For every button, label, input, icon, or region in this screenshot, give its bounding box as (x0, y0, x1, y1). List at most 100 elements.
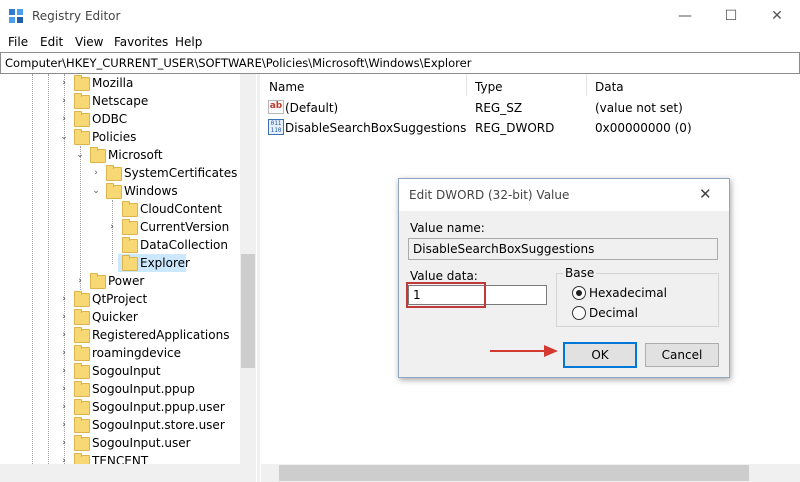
cancel-button[interactable]: Cancel (645, 343, 719, 367)
dialog-close-icon[interactable]: ✕ (699, 185, 712, 203)
value-data-highlight (406, 282, 486, 308)
maximize-button[interactable]: ☐ (708, 0, 754, 32)
tree-item-sogouinput-user[interactable]: › SogouInput.user (0, 434, 240, 452)
folder-open-icon (122, 255, 138, 271)
value-name-text: DisableSearchBoxSuggestions (413, 242, 595, 256)
chevron-right-icon[interactable]: › (59, 312, 69, 322)
column-divider[interactable] (586, 74, 587, 96)
tree-item-label: CurrentVersion (140, 220, 230, 234)
tree-item-explorer-selected[interactable]: Explorer (118, 254, 190, 272)
tree-item-label: DataCollection (140, 238, 229, 252)
red-arrow-icon (490, 345, 558, 357)
value-type: REG_SZ (475, 101, 523, 115)
menu-file[interactable]: File (8, 35, 28, 49)
address-bar[interactable]: Computer\HKEY_CURRENT_USER\SOFTWARE\Poli… (0, 52, 800, 74)
chevron-down-icon[interactable]: ⌄ (59, 132, 69, 142)
chevron-right-icon[interactable]: › (59, 402, 69, 412)
chevron-down-icon[interactable]: ⌄ (91, 186, 101, 196)
tree-item-currentversion[interactable]: › CurrentVersion (0, 218, 240, 236)
folder-icon (74, 309, 90, 325)
tree-item-label: Netscape (92, 94, 149, 108)
column-header-name[interactable]: Name (269, 80, 304, 94)
hexadecimal-label[interactable]: Hexadecimal (589, 286, 667, 300)
tree-item-roamingdevice[interactable]: › roamingdevice (0, 344, 240, 362)
tree-item-quicker[interactable]: › Quicker (0, 308, 240, 326)
tree-item-odbc[interactable]: › ODBC (0, 110, 240, 128)
menu-bar: File Edit View Favorites Help (0, 32, 800, 52)
column-divider[interactable] (466, 74, 467, 96)
chevron-right-icon[interactable]: › (107, 222, 117, 232)
tree-item-datacollection[interactable]: DataCollection (0, 236, 240, 254)
chevron-right-icon[interactable]: › (59, 294, 69, 304)
maximize-icon: ☐ (724, 8, 738, 24)
tree-item-label: roamingdevice (92, 346, 182, 360)
menu-favorites[interactable]: Favorites (114, 35, 168, 49)
folder-icon (74, 417, 90, 433)
chevron-right-icon[interactable]: › (59, 420, 69, 430)
value-data-label: Value data: (410, 269, 478, 283)
chevron-right-icon[interactable]: › (75, 276, 85, 286)
tree-item-sogouinput[interactable]: › SogouInput (0, 362, 240, 380)
tree-item-power[interactable]: › Power (0, 272, 240, 290)
string-value-icon: ab (268, 100, 284, 114)
key-tree: › Mozilla › Netscape › ODBC ⌄ Policies ⌄… (0, 74, 256, 482)
tree-horizontal-scrollbar[interactable] (0, 464, 256, 482)
tree-item-windows[interactable]: ⌄ Windows (0, 182, 240, 200)
value-name[interactable]: (Default) (285, 101, 338, 115)
folder-icon (74, 345, 90, 361)
decimal-label[interactable]: Decimal (589, 306, 638, 320)
folder-icon (122, 201, 138, 217)
decimal-radio[interactable] (572, 306, 586, 320)
column-header-type[interactable]: Type (475, 80, 503, 94)
chevron-right-icon[interactable]: › (59, 78, 69, 88)
tree-item-registeredapplications[interactable]: › RegisteredApplications (0, 326, 240, 344)
pane-splitter[interactable] (257, 74, 260, 482)
folder-icon (106, 165, 122, 181)
tree-item-microsoft[interactable]: ⌄ Microsoft (0, 146, 240, 164)
minimize-button[interactable]: — (662, 0, 708, 32)
edit-dword-dialog: Edit DWORD (32-bit) Value ✕ Value name: … (398, 178, 730, 378)
tree-item-netscape[interactable]: › Netscape (0, 92, 240, 110)
chevron-right-icon[interactable]: › (59, 366, 69, 376)
folder-icon (74, 363, 90, 379)
folder-icon (122, 237, 138, 253)
close-button[interactable]: ✕ (754, 0, 800, 32)
chevron-right-icon[interactable]: › (59, 348, 69, 358)
value-type: REG_DWORD (475, 121, 555, 135)
ok-button[interactable]: OK (563, 342, 637, 368)
chevron-right-icon[interactable]: › (91, 168, 101, 178)
tree-item-sogouinput-ppup[interactable]: › SogouInput.ppup (0, 380, 240, 398)
minimize-icon: — (678, 8, 692, 24)
value-name[interactable]: DisableSearchBoxSuggestions (285, 121, 466, 135)
folder-icon (74, 75, 90, 91)
folder-icon (122, 219, 138, 235)
chevron-right-icon[interactable]: › (59, 96, 69, 106)
column-header-data[interactable]: Data (595, 80, 624, 94)
tree-item-sogouinput-store-user[interactable]: › SogouInput.store.user (0, 416, 240, 434)
folder-icon (90, 273, 106, 289)
tree-item-label: SogouInput.store.user (92, 418, 225, 432)
menu-view[interactable]: View (75, 35, 103, 49)
chevron-right-icon[interactable]: › (59, 384, 69, 394)
chevron-down-icon[interactable]: ⌄ (75, 150, 85, 160)
tree-item-label: Mozilla (92, 76, 134, 90)
menu-help[interactable]: Help (175, 35, 202, 49)
hexadecimal-radio[interactable] (572, 286, 586, 300)
tree-item-sogouinput-ppup-user[interactable]: › SogouInput.ppup.user (0, 398, 240, 416)
tree-item-qtproject[interactable]: › QtProject (0, 290, 240, 308)
tree-item-systemcertificates[interactable]: › SystemCertificates (0, 164, 240, 182)
base-label: Base (563, 266, 597, 280)
value-data: 0x00000000 (0) (595, 121, 692, 135)
tree-scrollbar-thumb[interactable] (241, 254, 255, 368)
menu-edit[interactable]: Edit (40, 35, 63, 49)
tree-item-policies[interactable]: ⌄ Policies (0, 128, 240, 146)
chevron-right-icon[interactable]: › (59, 114, 69, 124)
chevron-right-icon[interactable]: › (59, 330, 69, 340)
binary-value-icon: 011 110 (268, 119, 284, 135)
tree-item-cloudcontent[interactable]: CloudContent (0, 200, 240, 218)
chevron-right-icon[interactable]: › (59, 438, 69, 448)
values-scrollbar-thumb[interactable] (279, 465, 749, 481)
tree-item-label: SogouInput.ppup.user (92, 400, 225, 414)
value-name-label: Value name: (410, 221, 485, 235)
tree-item-mozilla[interactable]: › Mozilla (0, 74, 240, 92)
